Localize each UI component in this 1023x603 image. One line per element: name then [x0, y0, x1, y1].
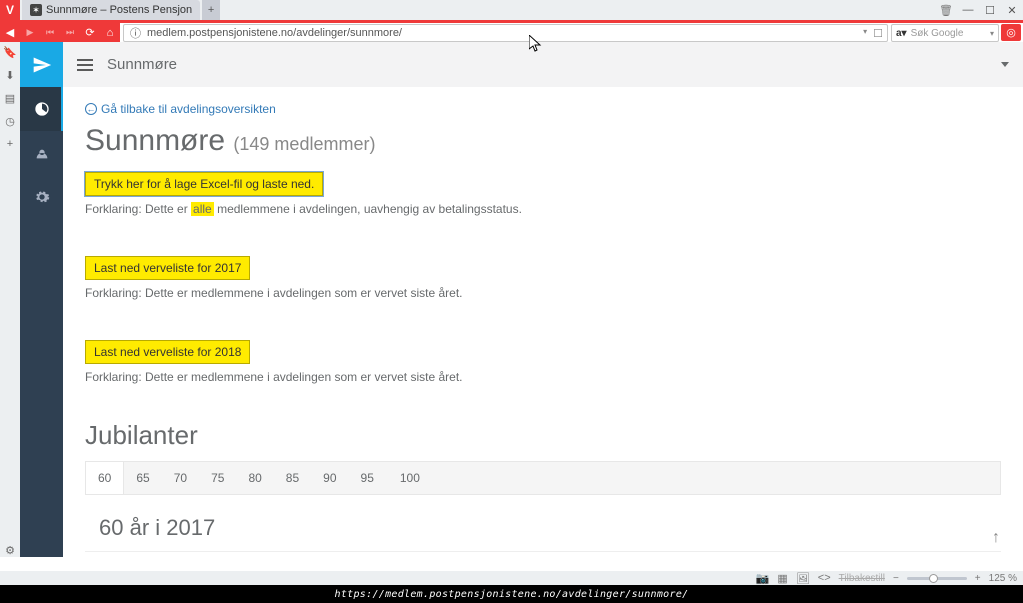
fast-forward-button[interactable]: ⏭: [60, 23, 80, 42]
search-dropdown-icon[interactable]: ▾: [990, 29, 994, 38]
sidebar-item-members[interactable]: [20, 131, 63, 175]
zoom-level: 125 %: [989, 573, 1017, 584]
tab-80[interactable]: 80: [236, 462, 273, 494]
tab-title: Sunnmøre – Postens Pensjon: [46, 4, 192, 16]
window-maximize-button[interactable]: ☐: [979, 0, 1001, 20]
app-logo[interactable]: [20, 42, 63, 87]
highlight-alle: alle: [191, 202, 214, 216]
search-engine-icon[interactable]: a▾: [896, 28, 907, 39]
tab-95[interactable]: 95: [349, 462, 386, 494]
images-toggle-icon[interactable]: 🖼: [796, 572, 810, 585]
verve-2018-explanation: Forklaring: Dette er medlemmene i avdeli…: [85, 370, 1001, 384]
zoom-reset-label[interactable]: Tilbakestill: [839, 573, 885, 584]
header-dropdown-icon[interactable]: [1001, 62, 1009, 67]
tab-60[interactable]: 60: [86, 462, 124, 494]
home-button[interactable]: ⌂: [100, 23, 120, 42]
tab-favicon: ✶: [30, 4, 42, 16]
downloads-panel-icon[interactable]: ⬇: [5, 69, 14, 82]
back-button[interactable]: ◀: [0, 23, 20, 42]
forward-button[interactable]: ▶: [20, 23, 40, 42]
jubilanter-heading: Jubilanter: [85, 420, 1001, 451]
scroll-to-top-button[interactable]: ↑: [987, 529, 1005, 547]
screenshot-icon[interactable]: 📷: [756, 572, 770, 585]
menu-toggle-button[interactable]: [77, 59, 93, 71]
address-bar[interactable]: ⓘ medlem.postpensjonistene.no/avdelinger…: [123, 24, 888, 42]
browser-tab-active[interactable]: ✶ Sunnmøre – Postens Pensjon: [22, 0, 200, 20]
back-to-overview-link[interactable]: ← Gå tilbake til avdelingsoversikten: [85, 102, 276, 116]
jubilant-table: Asbjørn Dahl 25.07.1957: [85, 551, 1001, 557]
age-section-heading: 60 år i 2017: [99, 515, 1001, 541]
app-sidebar: [20, 42, 63, 557]
search-box[interactable]: a▾ Søk Google ▾: [891, 24, 999, 42]
dashboard-icon: [34, 101, 50, 117]
page-content: Sunnmøre ← Gå tilbake til avdelingsovers…: [63, 42, 1023, 557]
page-header-title: Sunnmøre: [107, 56, 177, 73]
console-url: https://medlem.postpensjonistene.no/avde…: [335, 589, 689, 600]
browser-toolbar: ◀ ▶ ⏮ ⏭ ⟳ ⌂ ⓘ medlem.postpensjonistene.n…: [0, 20, 1023, 42]
excel-explanation: Forklaring: Dette er alle medlemmene i a…: [85, 202, 1001, 216]
browser-side-panel: 🔖 ⬇ ▤ ◷ + ⚙: [0, 42, 20, 557]
download-verveliste-2018-button[interactable]: Last ned verveliste for 2018: [85, 340, 250, 364]
page-title-sub: (149 medlemmer): [233, 134, 375, 154]
page-title: Sunnmøre (149 medlemmer): [85, 124, 1001, 158]
settings-panel-icon[interactable]: ⚙: [5, 544, 15, 557]
extension-button[interactable]: ◎: [1001, 24, 1021, 41]
browser-titlebar: V ✶ Sunnmøre – Postens Pensjon + 🗑 — ☐ ✕: [0, 0, 1023, 20]
sidebar-item-dashboard[interactable]: [20, 87, 63, 131]
new-tab-button[interactable]: +: [202, 0, 220, 20]
closed-tabs-trash-icon[interactable]: 🗑: [935, 0, 957, 20]
bottom-console: https://medlem.postpensjonistene.no/avde…: [0, 585, 1023, 603]
excel-explanation-pre: Forklaring: Dette er: [85, 202, 191, 216]
window-minimize-button[interactable]: —: [957, 0, 979, 20]
bookmark-icon[interactable]: ☐: [873, 27, 883, 40]
tab-90[interactable]: 90: [311, 462, 348, 494]
page-actions-icon[interactable]: <>: [818, 572, 831, 584]
excel-explanation-post: medlemmene i avdelingen, uavhengig av be…: [214, 202, 522, 216]
notes-panel-icon[interactable]: ▤: [5, 92, 15, 105]
sidebar-item-settings[interactable]: [20, 175, 63, 219]
download-verveliste-2017-button[interactable]: Last ned verveliste for 2017: [85, 256, 250, 280]
reload-button[interactable]: ⟳: [80, 23, 100, 42]
address-url: medlem.postpensjonistene.no/avdelinger/s…: [147, 27, 402, 39]
browser-statusbar: 📷 ▦ 🖼 <> Tilbakestill − + 125 %: [0, 571, 1023, 585]
back-arrow-icon: ←: [85, 103, 97, 115]
zoom-slider[interactable]: [907, 577, 967, 580]
verve-2017-explanation: Forklaring: Dette er medlemmene i avdeli…: [85, 286, 1001, 300]
download-excel-button[interactable]: Trykk her for å lage Excel-fil og laste …: [85, 172, 323, 196]
tab-100[interactable]: 100: [386, 462, 434, 494]
back-link-label: Gå tilbake til avdelingsoversikten: [101, 102, 276, 116]
tab-65[interactable]: 65: [124, 462, 161, 494]
page-title-main: Sunnmøre: [85, 124, 225, 157]
tab-85[interactable]: 85: [274, 462, 311, 494]
age-tab-bar: 60 65 70 75 80 85 90 95 100: [85, 461, 1001, 495]
search-placeholder: Søk Google: [911, 28, 964, 39]
users-icon: [34, 145, 50, 161]
table-row: Asbjørn Dahl 25.07.1957: [85, 551, 1001, 557]
tiling-icon[interactable]: ▦: [777, 572, 787, 585]
tab-75[interactable]: 75: [199, 462, 236, 494]
rewind-button[interactable]: ⏮: [40, 23, 60, 42]
history-panel-icon[interactable]: ◷: [5, 115, 15, 128]
gear-icon: [34, 189, 50, 205]
zoom-out-button[interactable]: −: [893, 573, 899, 584]
zoom-in-button[interactable]: +: [975, 573, 981, 584]
dropdown-icon[interactable]: ▾: [863, 27, 867, 40]
page-header: Sunnmøre: [63, 42, 1023, 87]
window-close-button[interactable]: ✕: [1001, 0, 1023, 20]
tab-70[interactable]: 70: [162, 462, 199, 494]
add-panel-icon[interactable]: +: [7, 138, 13, 150]
site-info-icon[interactable]: ⓘ: [130, 25, 141, 41]
bookmarks-panel-icon[interactable]: 🔖: [3, 46, 17, 59]
vivaldi-menu-button[interactable]: V: [0, 0, 20, 20]
paper-plane-icon: [32, 55, 52, 75]
